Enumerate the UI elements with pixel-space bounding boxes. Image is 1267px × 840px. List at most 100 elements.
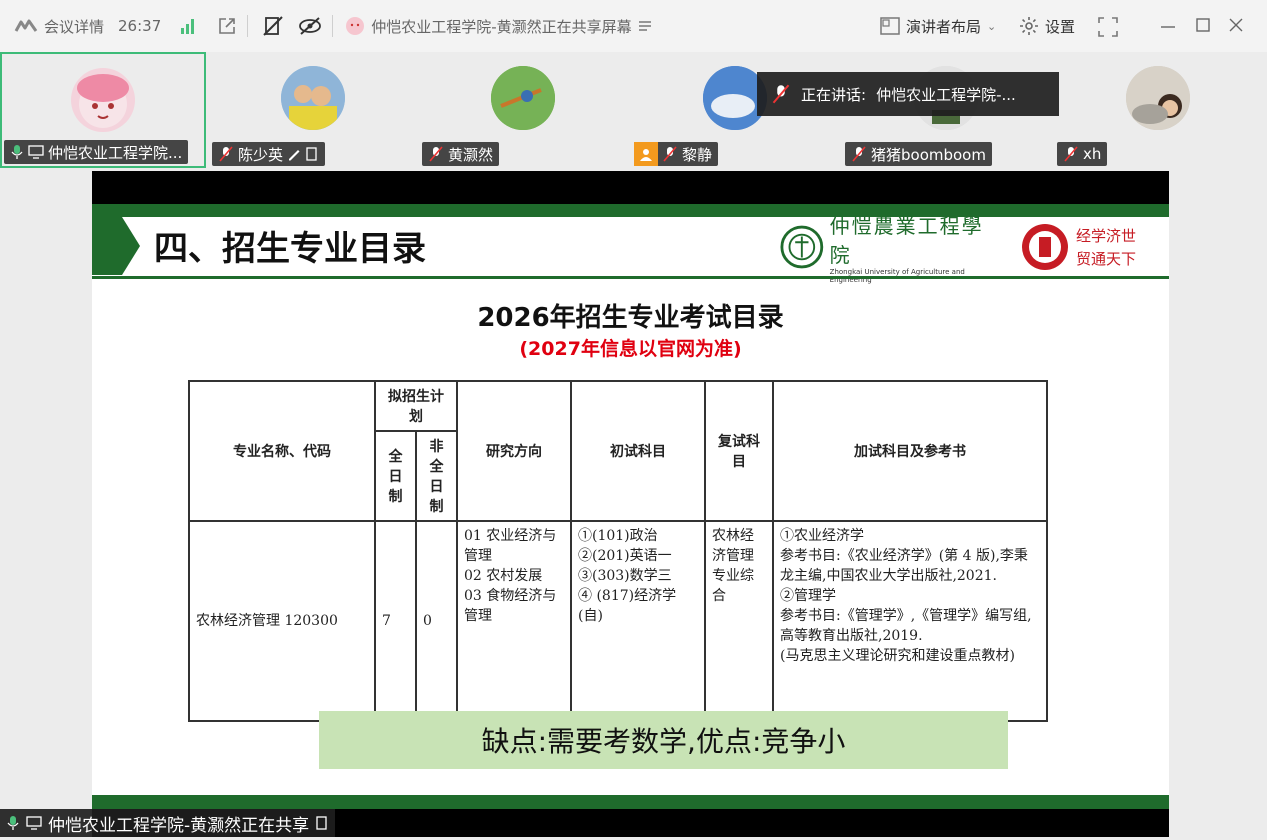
pencil-icon	[289, 150, 300, 161]
speaking-label: 正在讲话:	[801, 85, 867, 104]
initial-item: ④ (817)经济学(自)	[578, 588, 677, 624]
microphone-muted-icon	[1064, 146, 1078, 162]
close-icon[interactable]	[1229, 18, 1243, 32]
annotate-off-icon[interactable]	[262, 15, 284, 37]
participant-name: 黄灏然	[448, 145, 494, 164]
extra-item: ①农业经济学	[780, 528, 864, 544]
header-full-time: 全日制	[374, 430, 417, 522]
minimize-icon[interactable]	[1160, 22, 1176, 32]
slide-bottom-green	[92, 795, 1169, 809]
header-major: 专业名称、代码	[188, 380, 376, 522]
cell-extra: ①农业经济学 参考书目:《农业经济学》(第 4 版),李秉龙主编,中国农业大学出…	[772, 520, 1048, 722]
participant-tile[interactable]: 仲恺农业工程学院...	[0, 52, 206, 168]
initial-item: ③(303)数学三	[578, 568, 672, 584]
layout-icon	[880, 17, 900, 35]
fullscreen-icon[interactable]	[1098, 17, 1118, 37]
participant-name: 陈少英	[238, 145, 284, 164]
cell-major: 农林经济管理 120300	[188, 520, 376, 722]
layout-label: 演讲者布局	[906, 17, 982, 36]
initial-item: ②(201)英语一	[578, 548, 672, 564]
cell-full-time: 7	[374, 520, 417, 722]
participant-nametag: xh	[1057, 142, 1108, 166]
microphone-muted-icon	[429, 146, 443, 162]
participant-nametag: 仲恺农业工程学院...	[4, 140, 189, 164]
participant-strip: 仲恺农业工程学院... 陈少英 黄灏然 黎静 猪猪boomboom xh	[0, 52, 1267, 168]
slide-top-green	[92, 204, 1169, 217]
university-seal-icon	[780, 225, 824, 269]
participant-tile[interactable]: xh	[1055, 52, 1261, 168]
microphone-icon	[11, 145, 23, 159]
divider	[332, 15, 334, 37]
meeting-timer: 26:37	[118, 17, 162, 35]
participant-tile[interactable]: 黄灏然	[420, 52, 626, 168]
direction-item: 02 农村发展	[464, 568, 543, 584]
signal-icon[interactable]	[179, 17, 197, 35]
top-bar: 会议详情 26:37 仲恺农业工程学院-黄灏然正在共享屏幕 演讲者布局 ⌄ 设置	[0, 0, 1267, 52]
layout-button[interactable]: 演讲者布局 ⌄	[880, 16, 996, 37]
direction-item: 03 食物经济与管理	[464, 588, 557, 624]
speaking-name: 仲恺农业工程学院-...	[876, 85, 1016, 104]
microphone-muted-icon	[772, 84, 790, 104]
avatar	[491, 66, 555, 130]
external-link-icon[interactable]	[217, 16, 237, 36]
sharing-title: 仲恺农业工程学院-黄灏然正在共享屏幕	[371, 17, 632, 36]
cell-part-time: 0	[415, 520, 458, 722]
initial-item: ①(101)政治	[578, 528, 658, 544]
section-arrow-icon	[92, 217, 140, 275]
header-plan: 拟招生计划	[374, 380, 458, 432]
annotate-icon	[316, 816, 327, 830]
settings-button[interactable]: 设置	[1019, 16, 1075, 37]
microphone-icon	[7, 816, 19, 830]
participant-nametag: 陈少英	[212, 142, 326, 166]
header-part-time: 非全日制	[415, 430, 458, 522]
participant-name: 黎静	[682, 145, 713, 164]
section-title: 四、招生专业目录	[154, 229, 426, 269]
header-underline	[92, 276, 1169, 279]
table-header-row: 专业名称、代码 拟招生计划 研究方向 初试科目 复试科目 加试科目及参考书	[188, 380, 1048, 522]
gear-icon	[1020, 17, 1038, 35]
screen-share-icon	[26, 816, 42, 830]
microphone-muted-icon	[219, 146, 233, 162]
catalog-heading: 2026年招生专业考试目录	[477, 303, 784, 333]
avatar	[1126, 66, 1190, 130]
extra-item: ②管理学	[780, 588, 836, 604]
meeting-details-label: 会议详情	[44, 17, 105, 36]
header-extra: 加试科目及参考书	[772, 380, 1048, 522]
catalog-note: (2027年信息以官网为准)	[519, 338, 742, 360]
avatar	[71, 68, 135, 132]
university-name: 仲愷農業工程學院	[829, 214, 984, 267]
college-seal-icon	[1022, 224, 1068, 270]
meeting-logo-icon	[14, 19, 38, 32]
university-logo: 仲愷農業工程學院 Zhongkai University of Agricult…	[780, 214, 1000, 284]
participant-nametag: 黄灏然	[422, 142, 500, 166]
hide-icon[interactable]	[298, 15, 322, 37]
microphone-muted-icon	[852, 146, 866, 162]
motto-line2: 贸通天下	[1076, 250, 1137, 268]
participant-nametag: 猪猪boomboom	[845, 142, 992, 166]
microphone-muted-icon	[663, 146, 677, 162]
participant-name: 仲恺农业工程学院...	[48, 143, 183, 162]
chevron-down-icon: ⌄	[987, 19, 997, 33]
participant-name: 猪猪boomboom	[871, 145, 986, 164]
summary-box: 缺点:需要考数学,优点:竞争小	[319, 711, 1008, 769]
direction-item: 01 农业经济与管理	[464, 528, 557, 564]
meeting-details-button[interactable]: 会议详情	[14, 16, 104, 37]
sharer-avatar-icon	[346, 17, 365, 35]
cell-direction: 01 农业经济与管理 02 农村发展 03 食物经济与管理	[456, 520, 572, 722]
cell-initial: ①(101)政治 ②(201)英语一 ③(303)数学三 ④ (817)经济学(…	[570, 520, 706, 722]
header-initial: 初试科目	[570, 380, 706, 522]
avatar	[281, 66, 345, 130]
sharing-nametag: 仲恺农业工程学院-黄灏然正在共享	[0, 809, 336, 837]
maximize-icon[interactable]	[1196, 18, 1210, 32]
slide-top-black	[92, 171, 1169, 204]
cell-retest: 农林经济管理专业综合	[704, 520, 774, 722]
list-icon	[638, 21, 651, 31]
host-icon	[634, 142, 658, 166]
annotate-icon	[306, 147, 317, 161]
sharing-indicator[interactable]: 仲恺农业工程学院-黄灏然正在共享屏幕	[345, 16, 651, 37]
college-logo: 经学济世 贸通天下	[1020, 221, 1160, 273]
participant-tile[interactable]: 陈少英	[210, 52, 416, 168]
extra-item: 参考书目:《管理学》,《管理学》编写组,高等教育出版社,2019.	[780, 608, 1032, 644]
divider	[247, 15, 249, 37]
speaking-indicator: 正在讲话: 仲恺农业工程学院-...	[757, 72, 1059, 116]
